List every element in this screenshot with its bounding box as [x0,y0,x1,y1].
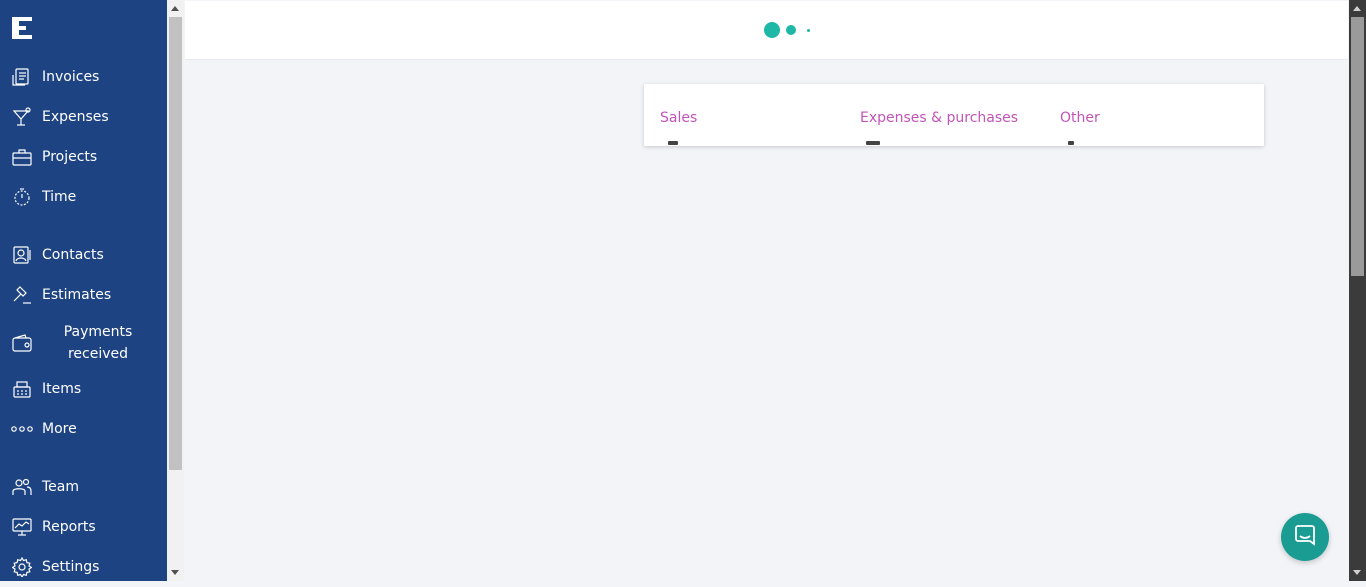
sidebar-item-label: Expenses [42,109,109,125]
sidebar-item-contacts[interactable]: Contacts [0,235,167,275]
scroll-up-arrow-icon[interactable] [1353,6,1361,11]
page-scrollbar[interactable] [1349,0,1366,581]
sales-label[interactable]: Sales [660,110,697,126]
sidebar-item-label: Projects [42,149,98,165]
sidebar-item-items[interactable]: Items [0,369,167,409]
sidebar-item-expenses[interactable]: Expenses [0,97,167,137]
sidebar-item-label: Payments received [63,324,133,362]
sales-value [668,141,678,145]
sidebar-item-label: Reports [42,519,96,535]
sidebar-item-label: Team [42,479,80,495]
chat-bubble-icon [1293,523,1317,551]
sidebar-item-label: Settings [42,559,100,575]
sidebar-item-reports[interactable]: Reports [0,507,167,547]
stopwatch-icon [11,186,33,208]
sidebar-item-label: Time [42,189,77,205]
briefcase-icon [11,146,33,168]
sidebar-item-projects[interactable]: Projects [0,137,167,177]
sidebar-item-payments-received[interactable]: Payments received [0,320,167,366]
reports-chart-icon [11,516,33,538]
top-bar [185,1,1348,60]
summary-card: Sales Expenses & purchases Other [644,84,1264,146]
freeagent-logo-icon[interactable] [12,17,32,39]
gear-icon [11,556,33,578]
expenses-purchases-label[interactable]: Expenses & purchases [860,110,1018,126]
sidebar-item-label: More [42,421,77,437]
sidebar-item-label: Invoices [42,69,100,85]
sidebar-scrollbar[interactable] [167,0,184,581]
scroll-down-arrow-icon[interactable] [171,570,179,575]
invoice-icon [11,66,33,88]
expenses-purchases-value [866,141,880,145]
sidebar: Invoices Expenses Projects Time Contacts… [0,0,167,581]
cash-register-icon [11,378,33,400]
sidebar-item-label: Estimates [42,287,112,303]
scroll-up-arrow-icon[interactable] [171,6,179,11]
team-icon [11,476,33,498]
sidebar-item-label: Items [42,381,82,397]
sidebar-item-team[interactable]: Team [0,467,167,507]
contact-card-icon [11,244,33,266]
sidebar-scrollbar-thumb[interactable] [169,17,182,470]
sidebar-item-invoices[interactable]: Invoices [0,57,167,97]
sidebar-item-time[interactable]: Time [0,177,167,217]
chat-button[interactable] [1281,513,1329,561]
sidebar-item-more[interactable]: More [0,409,167,449]
scroll-down-arrow-icon[interactable] [1353,570,1361,575]
cocktail-glass-icon [11,106,33,128]
sidebar-item-estimates[interactable]: Estimates [0,275,167,315]
sidebar-item-label: Contacts [42,247,104,263]
more-dots-icon [11,418,33,440]
page-scrollbar-thumb[interactable] [1351,17,1364,276]
other-label[interactable]: Other [1060,110,1100,126]
other-value [1068,141,1074,145]
gavel-icon [11,284,33,306]
wallet-icon [11,332,33,354]
sidebar-item-settings[interactable]: Settings [0,547,167,587]
